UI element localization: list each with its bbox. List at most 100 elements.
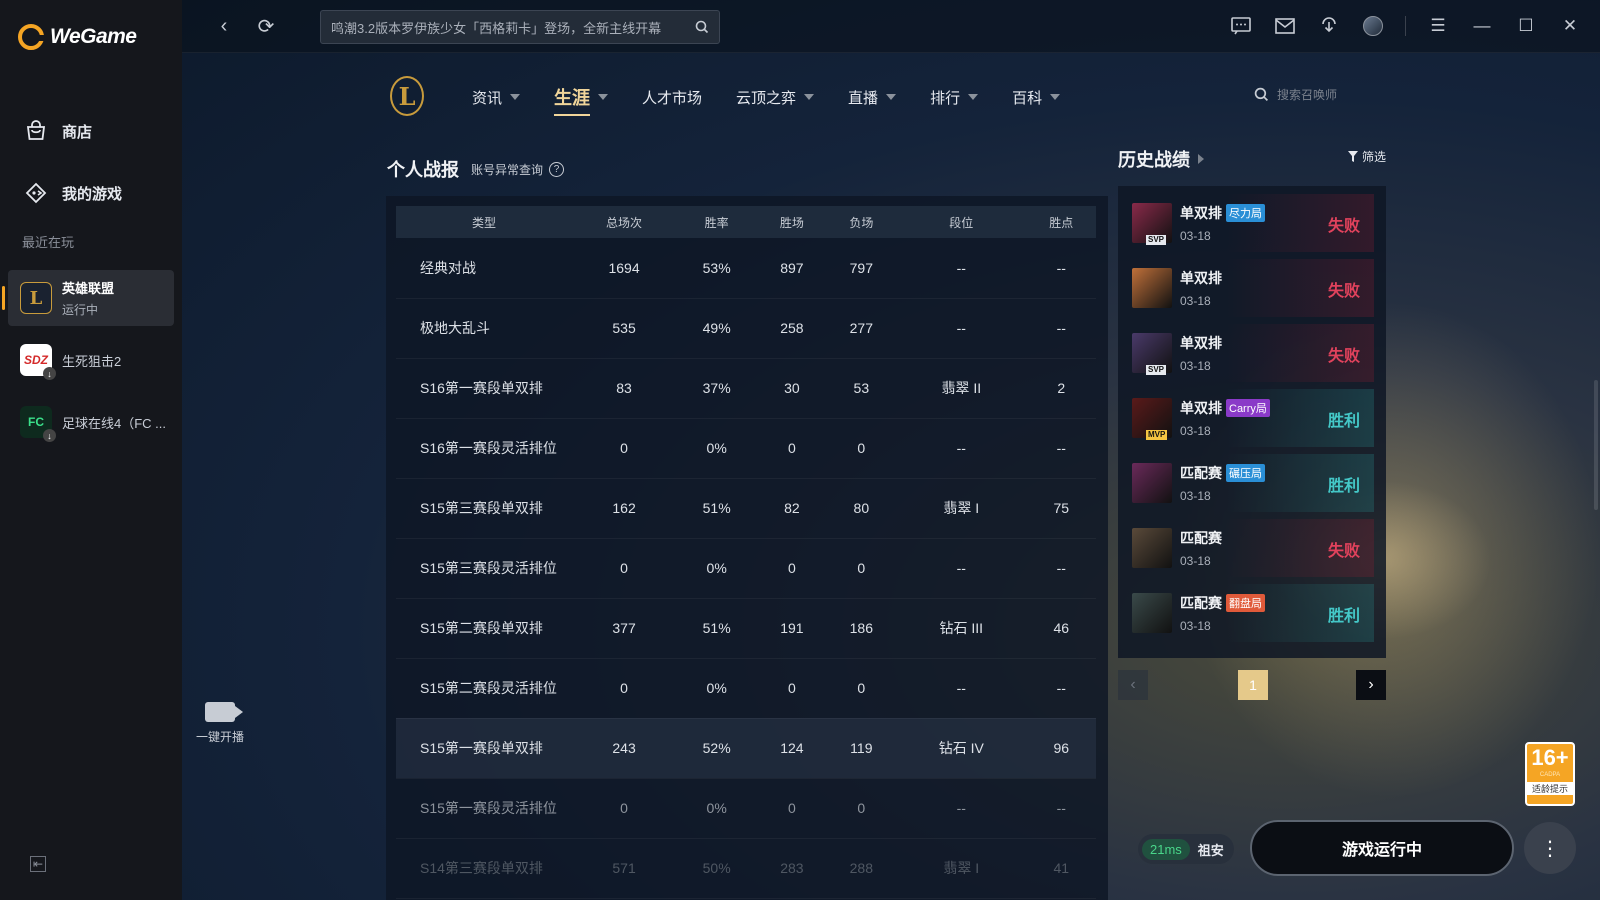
scrollbar[interactable] [1594, 380, 1598, 510]
tab-talent-market[interactable]: 人才市场 [642, 84, 702, 110]
table-cell: -- [896, 298, 1027, 359]
page-number[interactable]: 1 [1238, 670, 1268, 700]
match-item[interactable]: MVP 单双排 Carry局 03-18 胜利 [1128, 389, 1374, 447]
table-cell: 37% [676, 358, 758, 419]
sidebar-item-my-games[interactable]: 我的游戏 [0, 162, 182, 224]
close-icon[interactable]: ✕ [1558, 14, 1582, 38]
search-icon[interactable] [695, 20, 709, 34]
table-cell: 96 [1026, 718, 1096, 779]
table-row[interactable]: S15第二赛段单双排 377 51% 191 186 钻石 III 46 [396, 598, 1096, 659]
table-cell: 258 [757, 298, 827, 359]
table-cell: 243 [572, 718, 677, 779]
brand-name: WeGame [50, 25, 137, 48]
shop-bag-icon [24, 119, 48, 143]
server-name: 祖安 [1197, 842, 1224, 858]
match-item[interactable]: 匹配赛 03-18 失败 [1128, 519, 1374, 577]
match-date: 03-18 [1180, 359, 1211, 373]
table-header-row: 类型 总场次 胜率 胜场 负场 段位 胜点 [396, 206, 1096, 238]
fc-icon: FC ↓ [20, 406, 56, 442]
tab-tft[interactable]: 云顶之弈 [736, 84, 815, 110]
download-icon: ↓ [43, 429, 56, 442]
match-item[interactable]: SVP 单双排 尽力局 03-18 失败 [1128, 194, 1374, 252]
avatar[interactable] [1361, 14, 1385, 38]
table-cell: 钻石 III [896, 598, 1027, 659]
page-title: 个人战报 [387, 160, 459, 180]
download-manager-icon[interactable] [1317, 14, 1341, 38]
age-rating-badge[interactable]: 16+ CADPA 适龄提示 [1525, 742, 1575, 806]
tab-news[interactable]: 资讯 [472, 84, 521, 110]
table-cell: 82 [757, 478, 827, 539]
table-cell: 283 [757, 838, 827, 899]
table-cell: 极地大乱斗 [396, 298, 572, 359]
table-row[interactable]: S15第一赛段灵活排位 0 0% 0 0 -- -- [396, 778, 1096, 839]
table-row[interactable]: S15第三赛段单双排 162 51% 82 80 翡翠 I 75 [396, 478, 1096, 539]
table-row[interactable]: 极地大乱斗 535 49% 258 277 -- -- [396, 298, 1096, 359]
table-cell: 277 [826, 298, 897, 359]
sidebar-item-shop[interactable]: 商店 [0, 100, 182, 162]
table-cell: 535 [572, 298, 677, 359]
menu-icon[interactable]: ☰ [1426, 14, 1450, 38]
side-nav: 商店 我的游戏 [0, 100, 182, 224]
table-cell: 0 [572, 418, 677, 479]
tab-live[interactable]: 直播 [848, 84, 897, 110]
tab-ranking[interactable]: 排行 [930, 84, 979, 110]
tab-wiki[interactable]: 百科 [1012, 84, 1061, 110]
match-item[interactable]: 匹配赛 碾压局 03-18 胜利 [1128, 454, 1374, 512]
match-result: 失败 [1327, 218, 1360, 235]
one-click-live-button[interactable]: 一键开播 [190, 702, 250, 745]
match-info: 单双排 Carry局 03-18 [1180, 398, 1270, 438]
filter-button[interactable]: 筛选 [1348, 148, 1386, 165]
champion-portrait [1132, 268, 1172, 308]
back-icon[interactable]: ‹ [212, 14, 236, 38]
table-cell: 897 [757, 238, 827, 299]
server-ping-pill[interactable]: 21ms 祖安 [1138, 834, 1234, 864]
summoner-search-input[interactable]: 搜索召唤师 [1254, 86, 1337, 103]
prev-page-button[interactable]: ‹ [1118, 670, 1148, 700]
tab-career[interactable]: 生涯 [554, 84, 609, 116]
chat-icon[interactable] [1229, 14, 1253, 38]
account-query-link[interactable]: 账号异常查询 ? [471, 161, 565, 178]
table-cell: 0 [826, 418, 897, 479]
match-badge: 碾压局 [1226, 464, 1265, 482]
global-search-input[interactable]: 鸣潮3.2版本罗伊族少女「西格莉卡」登场，全新主线开幕 [320, 10, 720, 44]
match-date: 03-18 [1180, 424, 1211, 438]
match-item[interactable]: 单双排 03-18 失败 [1128, 259, 1374, 317]
next-page-button[interactable]: › [1356, 670, 1386, 700]
match-item[interactable]: SVP 单双排 03-18 失败 [1128, 324, 1374, 382]
performance-tag: MVP [1146, 430, 1168, 440]
age-label: 适龄提示 [1527, 782, 1573, 795]
game-running-button[interactable]: 游戏运行中 [1250, 820, 1514, 876]
table-row[interactable]: S16第一赛段单双排 83 37% 30 53 翡翠 II 2 [396, 358, 1096, 419]
wegame-logo[interactable]: WeGame [18, 24, 137, 50]
table-row[interactable]: S14第三赛段单双排 571 50% 283 288 翡翠 I 41 [396, 838, 1096, 899]
table-row[interactable]: S15第一赛段单双排 243 52% 124 119 钻石 IV 96 [396, 718, 1096, 779]
recent-game-name: 生死狙击2 [62, 353, 122, 369]
minimize-icon[interactable]: — [1470, 14, 1494, 38]
recent-game-sszj[interactable]: SDZ ↓ 生死狙击2 [8, 332, 174, 388]
mail-icon[interactable] [1273, 14, 1297, 38]
help-icon[interactable]: ? [549, 161, 565, 177]
recent-game-lol[interactable]: L 英雄联盟 运行中 [2, 270, 174, 326]
age-number: 16+ [1531, 745, 1569, 770]
history-title[interactable]: 历史战绩 [1118, 146, 1204, 172]
match-mode: 匹配赛 [1180, 530, 1222, 546]
champion-portrait [1132, 463, 1172, 503]
table-cell: 41 [1026, 838, 1096, 899]
stats-table: 类型 总场次 胜率 胜场 负场 段位 胜点 经典对战 1694 53% 897 797 -- -- 极地大… [396, 206, 1096, 899]
match-item[interactable]: 匹配赛 翻盘局 03-18 胜利 [1128, 584, 1374, 642]
table-row[interactable]: S15第三赛段灵活排位 0 0% 0 0 -- -- [396, 538, 1096, 599]
refresh-icon[interactable]: ⟳ [254, 14, 278, 38]
table-cell: S16第一赛段灵活排位 [396, 418, 572, 479]
table-row[interactable]: 经典对战 1694 53% 897 797 -- -- [396, 238, 1096, 299]
more-options-icon[interactable]: ⋮ [1524, 822, 1576, 874]
maximize-icon[interactable]: ☐ [1514, 14, 1538, 38]
table-row[interactable]: S15第二赛段灵活排位 0 0% 0 0 -- -- [396, 658, 1096, 719]
recent-game-fc[interactable]: FC ↓ 足球在线4（FC ... [8, 394, 174, 450]
match-mode-line: 匹配赛 翻盘局 [1180, 593, 1265, 613]
table-cell: 83 [572, 358, 677, 419]
table-row[interactable]: S16第一赛段灵活排位 0 0% 0 0 -- -- [396, 418, 1096, 479]
lol-logo[interactable]: L [390, 76, 424, 116]
tab-label: 云顶之弈 [736, 89, 797, 107]
collapse-sidebar-icon[interactable]: ⇤ [30, 856, 46, 872]
table-cell: 翡翠 I [896, 478, 1027, 539]
